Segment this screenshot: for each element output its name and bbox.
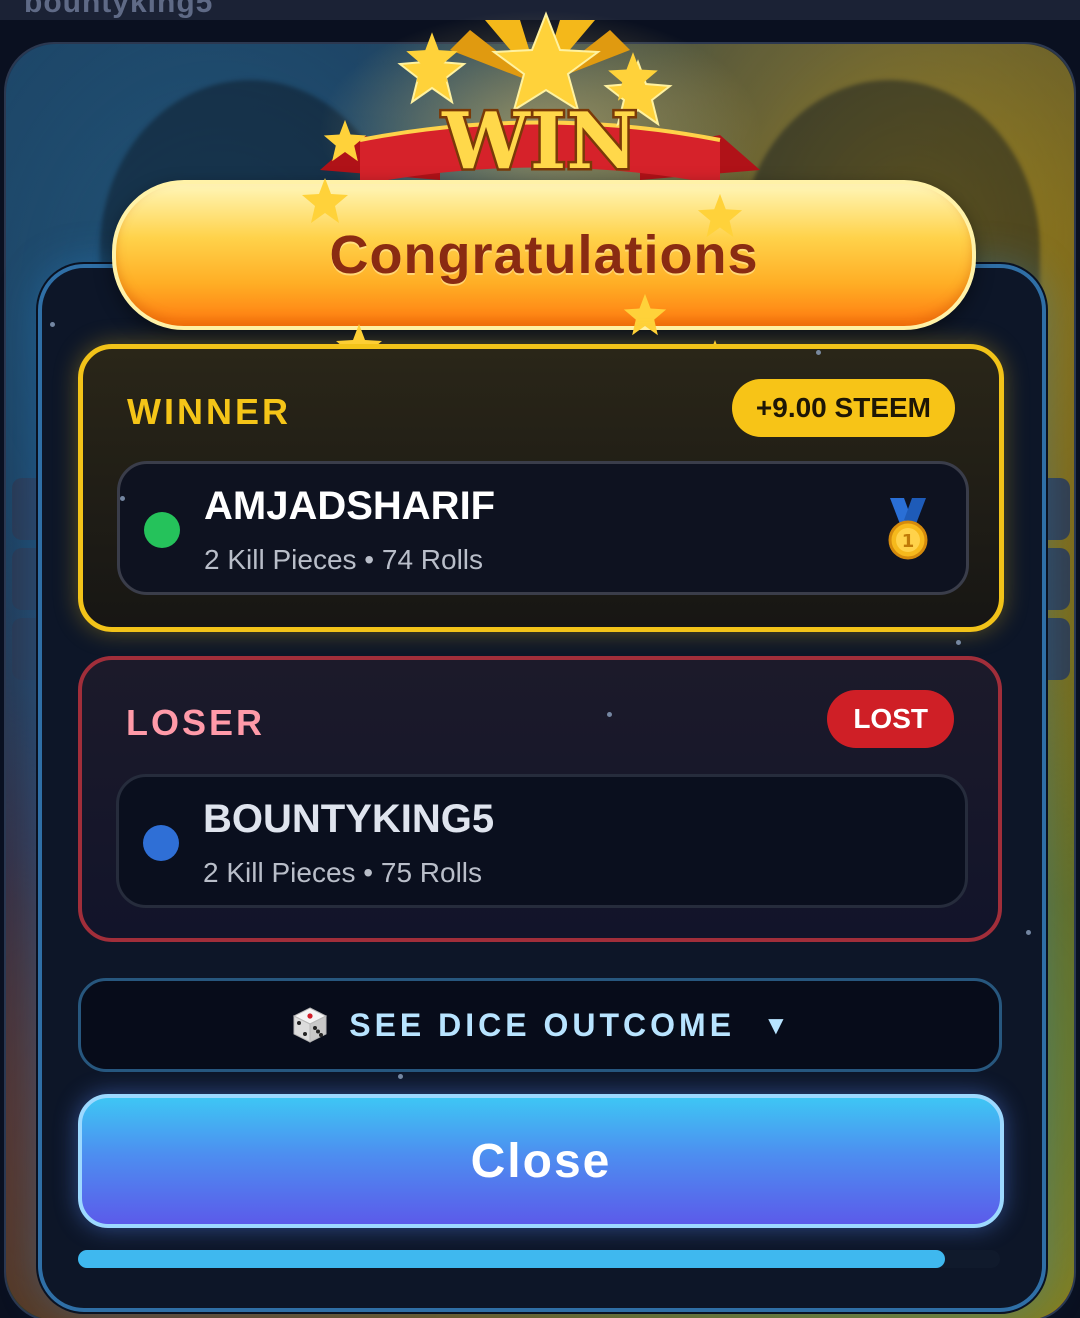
gold-medal-icon: 1	[888, 498, 928, 560]
close-button-label: Close	[470, 1134, 612, 1188]
winner-player-row: AMJADSHARIF 2 Kill Pieces • 74 Rolls 1	[117, 461, 969, 595]
loser-name: BOUNTYKING5	[203, 797, 495, 841]
auto-close-progress-bar	[78, 1250, 1000, 1268]
loser-card: LOSER LOST BOUNTYKING5 2 Kill Pieces • 7…	[78, 656, 1002, 942]
dice-icon	[293, 1007, 328, 1043]
player-status-dot	[144, 512, 180, 548]
close-button[interactable]: Close	[78, 1094, 1004, 1228]
winner-card: WINNER +9.00 STEEM AMJADSHARIF 2 Kill Pi…	[78, 344, 1004, 632]
reward-badge: +9.00 STEEM	[731, 379, 955, 437]
win-text: WIN	[441, 96, 637, 187]
sparkle	[50, 322, 55, 327]
see-dice-outcome-button[interactable]: SEE DICE OUTCOME ▼	[78, 978, 1002, 1072]
winner-name: AMJADSHARIF	[204, 484, 496, 528]
svg-text:1: 1	[902, 531, 915, 552]
star-icon	[623, 293, 667, 336]
winner-stats: 2 Kill Pieces • 74 Rolls	[204, 544, 484, 575]
congratulations-banner: Congratulations	[112, 180, 976, 330]
star-icon	[302, 178, 348, 223]
sparkle	[1026, 930, 1031, 935]
loser-stats: 2 Kill Pieces • 75 Rolls	[203, 857, 483, 888]
star-icon	[697, 193, 743, 238]
sparkle	[607, 712, 612, 717]
star-icon	[406, 32, 458, 83]
dice-outcome-label: SEE DICE OUTCOME	[349, 1006, 736, 1043]
player-status-dot	[143, 825, 179, 861]
chevron-down-icon: ▼	[763, 1009, 789, 1040]
loser-label: LOSER	[126, 702, 266, 743]
sparkle	[120, 496, 125, 501]
star-icon	[608, 52, 658, 101]
lost-badge: LOST	[827, 690, 954, 748]
congratulations-text: Congratulations	[329, 225, 759, 285]
winner-label: WINNER	[127, 391, 291, 432]
progress-fill	[78, 1250, 945, 1268]
star-icon	[323, 119, 367, 162]
loser-player-row: BOUNTYKING5 2 Kill Pieces • 75 Rolls	[116, 774, 968, 908]
sparkle	[398, 1074, 403, 1079]
brand-text: bountyking5	[24, 0, 214, 19]
sparkle	[816, 350, 821, 355]
win-banner: WIN	[320, 11, 760, 190]
sparkle	[956, 640, 961, 645]
